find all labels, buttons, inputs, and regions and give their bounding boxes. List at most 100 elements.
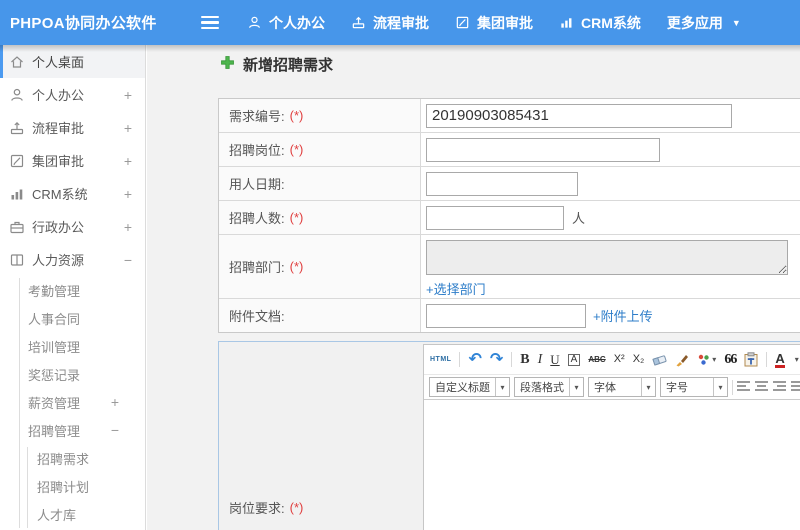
nav-item-workflow-approval[interactable]: 流程审批 <box>351 13 429 33</box>
color-palette-button[interactable]: ▾ <box>697 353 716 366</box>
sidebar-item-label: 流程审批 <box>32 121 85 136</box>
sidebar-item-label: 考勤管理 <box>28 283 81 299</box>
superscript-button[interactable]: X² <box>614 354 625 365</box>
edit-icon <box>9 153 25 169</box>
sidebar-item-group-approval[interactable]: 集团审批 + <box>0 144 145 177</box>
caret-down-icon: ▾ <box>713 378 727 396</box>
editor-body[interactable] <box>424 402 800 530</box>
paragraph-select[interactable]: 段落格式 ▾ <box>514 377 584 397</box>
headcount-input[interactable] <box>426 205 564 230</box>
main-content: 新增招聘需求 需求编号: (*) 招聘岗位: (*) 用人日期: <box>147 45 800 530</box>
size-select[interactable]: 字号 ▾ <box>660 377 728 397</box>
nav-item-personal-office[interactable]: 个人办公 <box>247 13 325 33</box>
sidebar-item-label: 招聘计划 <box>37 479 90 495</box>
sidebar-item-attendance-mgmt[interactable]: 考勤管理 <box>0 276 145 304</box>
sidebar-item-label: 集团审批 <box>32 154 85 169</box>
hire-date-input[interactable] <box>426 171 578 196</box>
align-center-button[interactable] <box>755 380 769 394</box>
subscript-button[interactable]: X₂ <box>633 354 645 365</box>
required-mark: (*) <box>289 210 304 225</box>
required-mark: (*) <box>289 142 304 157</box>
font-color-button[interactable]: A <box>775 352 785 368</box>
sidebar-item-label: 人事合同 <box>28 311 81 327</box>
sidebar-item-label: 个人桌面 <box>32 55 85 70</box>
topbar-nav: 个人办公 流程审批 集团审批 CRM系统 更多应用 ▼ <box>247 0 741 45</box>
sidebar-item-hr[interactable]: 人力资源 − <box>0 243 145 276</box>
sidebar-item-personnel-contract[interactable]: 人事合同 <box>0 304 145 332</box>
upload-link[interactable]: +附件上传 <box>593 306 653 325</box>
required-mark: (*) <box>289 499 304 515</box>
underline-button[interactable]: U <box>550 353 559 366</box>
font-select[interactable]: 字体 ▾ <box>588 377 656 397</box>
expand-icon[interactable]: + <box>124 153 132 169</box>
sidebar-item-label: 薪资管理 <box>28 395 81 411</box>
boxed-a-button[interactable]: A <box>567 353 581 366</box>
sidebar-item-recruit-demand[interactable]: 招聘需求 <box>0 444 145 472</box>
expand-icon[interactable]: + <box>124 186 132 202</box>
remove-format-button[interactable] <box>652 353 667 366</box>
attachment-input[interactable] <box>426 303 586 328</box>
expand-icon[interactable]: + <box>111 394 119 410</box>
sidebar-item-admin-office[interactable]: 行政办公 + <box>0 210 145 243</box>
expand-icon[interactable]: + <box>124 120 132 136</box>
row-input-cell <box>421 167 800 200</box>
sidebar-item-salary-mgmt[interactable]: 薪资管理 + <box>0 388 145 416</box>
indent-guide <box>27 447 28 528</box>
sidebar-item-workflow-approval[interactable]: 流程审批 + <box>0 111 145 144</box>
nav-item-group-approval[interactable]: 集团审批 <box>455 13 533 33</box>
user-icon <box>247 15 262 30</box>
sidebar-item-training-mgmt[interactable]: 培训管理 <box>0 332 145 360</box>
demand-no-input[interactable] <box>426 103 732 128</box>
caret-down-icon: ▾ <box>569 378 583 396</box>
form-row-headcount: 招聘人数: (*) 人 <box>219 201 800 235</box>
expand-icon[interactable]: + <box>124 87 132 103</box>
sidebar-item-personal-desktop[interactable]: 个人桌面 <box>0 45 145 78</box>
app-logo: PHPOA协同办公软件 <box>10 15 157 32</box>
style-select[interactable]: 自定义标题 ▾ <box>429 377 510 397</box>
italic-button[interactable]: I <box>538 352 543 367</box>
nav-item-more-apps[interactable]: 更多应用 ▼ <box>667 13 741 33</box>
caret-down-icon: ▾ <box>794 355 799 364</box>
sidebar-item-crm[interactable]: CRM系统 + <box>0 177 145 210</box>
menu-toggle-button[interactable] <box>201 16 219 29</box>
sidebar-item-label: 培训管理 <box>28 339 81 355</box>
select-dept-link[interactable]: +选择部门 <box>426 279 486 298</box>
justify-button[interactable] <box>791 380 800 394</box>
strikethrough-button[interactable]: ABC <box>588 355 605 364</box>
bold-button[interactable]: B <box>520 352 529 367</box>
flow-approve-icon <box>351 15 366 30</box>
collapse-icon[interactable]: − <box>124 252 132 268</box>
sidebar-item-personal-office[interactable]: 个人办公 + <box>0 78 145 111</box>
nav-label: 更多应用 <box>666 14 723 31</box>
editor-toolbar-row2: 自定义标题 ▾ 段落格式 ▾ 字体 ▾ 字号 ▾ <box>424 375 800 400</box>
align-left-button[interactable] <box>737 380 751 394</box>
recruit-demand-form: 需求编号: (*) 招聘岗位: (*) 用人日期: <box>218 98 800 333</box>
undo-button[interactable]: ↶ <box>468 351 481 368</box>
caret-down-icon: ▼ <box>731 17 741 28</box>
row-input-cell <box>421 133 800 166</box>
job-position-input[interactable] <box>426 137 660 162</box>
nav-item-crm[interactable]: CRM系统 <box>559 13 641 33</box>
collapse-icon[interactable]: − <box>111 422 119 438</box>
caret-down-icon: ▾ <box>712 354 717 364</box>
dept-textarea[interactable] <box>426 240 788 275</box>
sidebar-item-recruit-mgmt[interactable]: 招聘管理 − <box>0 416 145 444</box>
expand-icon[interactable]: + <box>124 219 132 235</box>
redo-button[interactable]: ↷ <box>490 351 503 368</box>
form-row-attachment: 附件文档: +附件上传 <box>219 299 800 332</box>
paste-button[interactable] <box>744 352 758 367</box>
sidebar-item-reward-punish-records[interactable]: 奖惩记录 <box>0 360 145 388</box>
sidebar-item-recruit-plan[interactable]: 招聘计划 <box>0 472 145 500</box>
html-source-button[interactable]: HTML <box>430 356 451 363</box>
format-brush-button[interactable] <box>675 353 689 367</box>
form-row-dept: 招聘部门: (*) +选择部门 <box>219 235 800 299</box>
row-label-cell: 岗位要求: (*) <box>229 342 303 530</box>
quote-button[interactable]: 66 <box>724 352 737 367</box>
row-input-cell <box>421 99 800 132</box>
sidebar-item-talent-pool[interactable]: 人才库 <box>0 500 145 528</box>
form-row-job-position: 招聘岗位: (*) <box>219 133 800 167</box>
user-icon <box>9 87 25 103</box>
toolbar-separator <box>511 352 513 367</box>
align-right-button[interactable] <box>773 380 787 394</box>
plus-icon <box>221 55 234 74</box>
